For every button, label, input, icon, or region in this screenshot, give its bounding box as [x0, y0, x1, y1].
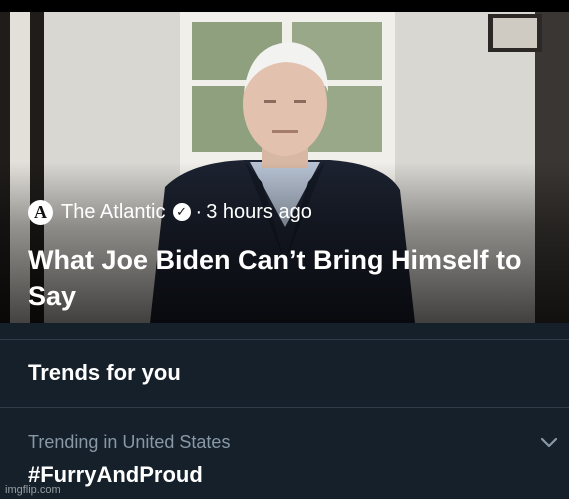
chevron-down-icon[interactable]	[538, 432, 560, 452]
article-headline[interactable]: What Joe Biden Can’t Bring Himself to Sa…	[28, 242, 548, 314]
trends-divider	[0, 407, 569, 408]
top-black-strip	[0, 0, 569, 12]
separator-dot: ·	[195, 200, 203, 223]
trend-context-label: Trending in United States	[28, 432, 231, 452]
article-card[interactable]: A The Atlantic ✓ · 3 hours ago What Joe …	[0, 12, 569, 323]
verified-badge-icon: ✓	[172, 203, 191, 221]
panel-top-divider	[0, 339, 569, 340]
source-name: The Atlantic	[61, 200, 166, 223]
the-atlantic-logo-icon: A	[28, 199, 53, 225]
post-timestamp: 3 hours ago	[206, 200, 312, 223]
trends-heading: Trends for you	[28, 360, 181, 385]
article-source-row: A The Atlantic ✓ · 3 hours ago	[28, 197, 312, 227]
imgflip-watermark: imgflip.com	[5, 484, 61, 496]
